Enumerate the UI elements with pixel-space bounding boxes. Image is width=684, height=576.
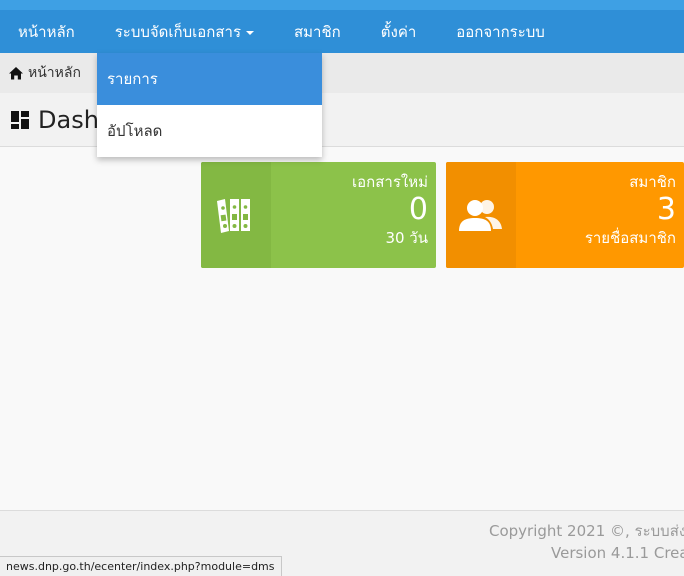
card-value: 3	[656, 192, 676, 227]
footer-copyright: Copyright 2021 ©, ระบบส่งเอกสาร	[489, 522, 684, 540]
nav-document-system[interactable]: ระบบจัดเก็บเอกสาร	[95, 10, 274, 53]
nav-logout-label: ออกจากระบบ	[456, 22, 545, 41]
dropdown-item-list-label: รายการ	[107, 70, 158, 88]
dropdown-item-upload-label: อัปโหลด	[107, 122, 163, 140]
dropdown-item-upload[interactable]: อัปโหลด	[97, 105, 322, 157]
nav-settings-label: ตั้งค่า	[380, 22, 417, 41]
members-card[interactable]: สมาชิก 3 รายชื่อสมาชิก	[446, 162, 684, 268]
members-text: สมาชิก 3 รายชื่อสมาชิก	[516, 162, 684, 268]
dashboard-icon	[10, 110, 30, 130]
card-value: 0	[408, 192, 428, 227]
card-sub: รายชื่อสมาชิก	[584, 229, 676, 247]
card-label: สมาชิก	[629, 173, 676, 191]
document-system-dropdown-menu: รายการ อัปโหลด	[97, 53, 322, 157]
card-label: เอกสารใหม่	[352, 173, 428, 191]
nav-members[interactable]: สมาชิก	[274, 10, 361, 53]
browser-status-url: news.dnp.go.th/ecenter/index.php?module=…	[0, 556, 282, 576]
new-documents-text: เอกสารใหม่ 0 30 วัน	[271, 162, 436, 268]
home-icon	[8, 66, 24, 80]
nav-logout[interactable]: ออกจากระบบ	[436, 10, 565, 53]
breadcrumb-home-link[interactable]: หน้าหลัก	[28, 62, 81, 84]
top-accent-strip	[0, 0, 684, 10]
nav-home-label: หน้าหลัก	[18, 22, 75, 41]
footer-version: Version 4.1.1 Created by	[551, 544, 684, 562]
users-icon	[446, 162, 516, 268]
nav-home[interactable]: หน้าหลัก	[0, 10, 95, 53]
nav-settings[interactable]: ตั้งค่า	[361, 10, 437, 53]
dropdown-item-list[interactable]: รายการ	[97, 53, 322, 105]
nav-document-system-label: ระบบจัดเก็บเอกสาร	[114, 22, 242, 41]
card-sub: 30 วัน	[385, 229, 428, 247]
caret-down-icon	[246, 30, 255, 35]
main-navbar: หน้าหลัก ระบบจัดเก็บเอกสาร สมาชิก ตั้งค่…	[0, 10, 684, 53]
binders-icon	[201, 162, 271, 268]
nav-members-label: สมาชิก	[294, 22, 341, 41]
new-documents-card[interactable]: เอกสารใหม่ 0 30 วัน	[201, 162, 436, 268]
